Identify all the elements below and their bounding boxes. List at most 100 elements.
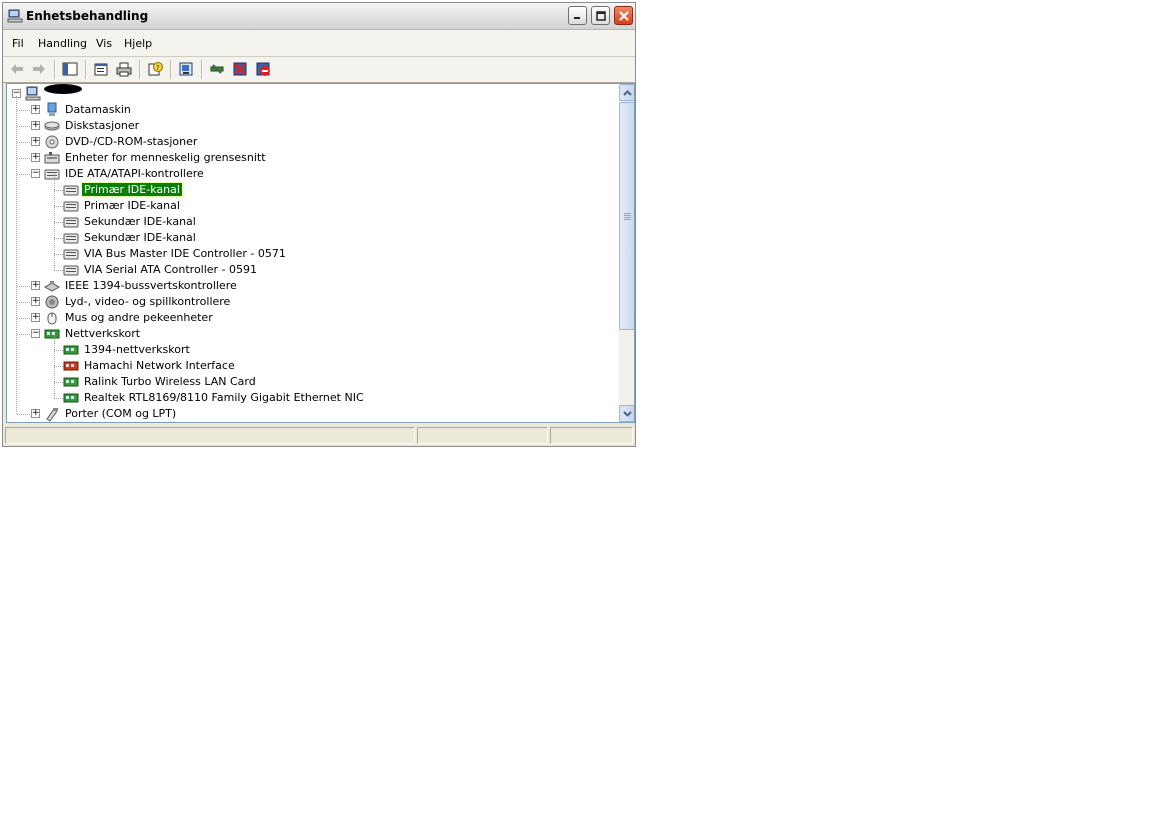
maximize-button[interactable] bbox=[591, 6, 610, 25]
menu-handling[interactable]: Handling bbox=[38, 37, 87, 50]
ide-channel-icon bbox=[63, 201, 79, 212]
expand-toggle[interactable]: + bbox=[31, 297, 40, 306]
ide-channel-icon bbox=[63, 249, 79, 260]
tree-guide-line bbox=[54, 222, 63, 223]
device-manager-window: Enhetsbehandling Fil Handling Vis Hjelp bbox=[2, 2, 636, 447]
ide-channel-icon bbox=[63, 265, 79, 276]
close-button[interactable] bbox=[614, 6, 633, 25]
title-bar[interactable]: Enhetsbehandling bbox=[3, 3, 635, 30]
status-cell-main bbox=[5, 427, 415, 444]
tree-category[interactable]: + IEEE 1394-bussvertskontrollere bbox=[7, 278, 607, 294]
tree-category[interactable]: − IDE ATA/ATAPI-kontrollere bbox=[7, 166, 607, 182]
tree-guide-line bbox=[54, 206, 55, 222]
scroll-thumb[interactable] bbox=[619, 102, 634, 330]
tree-device[interactable]: VIA Serial ATA Controller - 0591 bbox=[7, 254, 607, 278]
tree-item-label: Hamachi Network Interface bbox=[84, 359, 235, 372]
toolbar-separator bbox=[54, 60, 56, 79]
tree-guide-line bbox=[54, 382, 55, 398]
tree-guide-line bbox=[54, 174, 55, 190]
computer-root-icon bbox=[25, 86, 41, 101]
tree-device[interactable]: Ralink Turbo Wireless LAN Card bbox=[7, 366, 607, 390]
tree-item-label: Diskstasjoner bbox=[65, 119, 140, 132]
expand-toggle[interactable]: + bbox=[31, 313, 40, 322]
scroll-down-button[interactable] bbox=[619, 405, 634, 422]
svg-text:?: ? bbox=[156, 64, 160, 72]
properties-button[interactable] bbox=[92, 60, 110, 78]
tree-category[interactable]: + Diskstasjoner bbox=[7, 118, 607, 134]
menu-vis[interactable]: Vis bbox=[96, 37, 112, 50]
tree-category[interactable]: + Lyd-, video- og spillkontrollere bbox=[7, 294, 607, 310]
print-button[interactable] bbox=[115, 60, 133, 78]
tree-category[interactable]: + DVD-/CD-ROM-stasjoner bbox=[7, 134, 607, 150]
tree-device[interactable]: VIA Bus Master IDE Controller - 0571 bbox=[7, 238, 607, 262]
show-hide-tree-icon bbox=[62, 62, 78, 76]
tree-category[interactable]: + Enheter for menneskelig grensesnitt bbox=[7, 150, 607, 166]
window-title: Enhetsbehandling bbox=[26, 9, 149, 23]
menu-hjelp[interactable]: Hjelp bbox=[124, 37, 152, 50]
tree-device[interactable]: Sekundær IDE-kanal bbox=[7, 222, 607, 246]
tree-guide-line bbox=[54, 190, 55, 206]
back-button[interactable] bbox=[8, 60, 26, 78]
ide-channel-icon bbox=[63, 217, 79, 228]
tree-device[interactable]: Primær IDE-kanal bbox=[7, 190, 607, 214]
collapse-toggle[interactable]: − bbox=[31, 169, 40, 178]
expand-toggle[interactable]: + bbox=[31, 409, 40, 418]
ieee1394-icon bbox=[44, 281, 60, 292]
status-cell-2 bbox=[417, 427, 548, 444]
expand-toggle[interactable]: + bbox=[31, 105, 40, 114]
mouse-icon bbox=[47, 312, 57, 325]
tree-device[interactable]: Realtek RTL8169/8110 Family Gigabit Ethe… bbox=[7, 382, 607, 406]
menu-fil[interactable]: Fil bbox=[12, 37, 24, 50]
toolbar: ? bbox=[3, 57, 635, 83]
tree-guide-line bbox=[54, 238, 55, 254]
disable-device-button[interactable] bbox=[231, 60, 249, 78]
expand-toggle[interactable]: + bbox=[31, 137, 40, 146]
tree-guide-line bbox=[54, 366, 63, 367]
device-manager-icon bbox=[7, 9, 23, 23]
scan-hardware-button[interactable] bbox=[177, 60, 195, 78]
tree-category[interactable]: − Nettverkskort bbox=[7, 326, 607, 342]
tree-root[interactable]: − bbox=[7, 86, 607, 102]
network-card-icon bbox=[63, 377, 79, 387]
show-hide-tree-button[interactable] bbox=[61, 60, 79, 78]
tree-device[interactable]: Hamachi Network Interface bbox=[7, 350, 607, 374]
tree-device[interactable]: 1394-nettverkskort bbox=[7, 334, 607, 358]
tree-device[interactable]: Sekundær IDE-kanal bbox=[7, 206, 607, 230]
network-adapter-icon bbox=[44, 329, 60, 339]
uninstall-device-button[interactable] bbox=[254, 60, 272, 78]
scan-hardware-icon bbox=[179, 62, 193, 76]
tree-item-label: Primær IDE-kanal bbox=[84, 199, 180, 212]
tree-category[interactable]: + Porter (COM og LPT) bbox=[7, 406, 607, 422]
uninstall-device-icon bbox=[256, 62, 270, 76]
help-button[interactable]: ? bbox=[146, 60, 164, 78]
tree-device[interactable]: Primær IDE-kanal bbox=[7, 174, 607, 198]
vertical-scrollbar[interactable] bbox=[619, 84, 634, 422]
tree-guide-line bbox=[54, 366, 55, 382]
toolbar-separator bbox=[85, 60, 87, 79]
ide-channel-icon bbox=[63, 233, 79, 244]
expand-toggle[interactable]: + bbox=[31, 281, 40, 290]
ide-channel-icon bbox=[63, 185, 79, 196]
chevron-down-icon bbox=[622, 410, 632, 417]
tree-guide-line bbox=[54, 398, 63, 399]
tree-guide-line bbox=[54, 254, 55, 270]
update-driver-button[interactable] bbox=[208, 60, 226, 78]
tree-category[interactable]: + Datamaskin bbox=[7, 102, 607, 118]
expand-toggle[interactable]: + bbox=[31, 153, 40, 162]
close-icon bbox=[618, 10, 629, 21]
expand-toggle[interactable]: + bbox=[31, 121, 40, 130]
tree-category[interactable]: + Mus og andre pekeenheter bbox=[7, 310, 607, 326]
tree-guide-line bbox=[54, 334, 55, 350]
properties-icon bbox=[94, 63, 108, 76]
network-card-icon bbox=[63, 345, 79, 355]
forward-button[interactable] bbox=[30, 60, 48, 78]
scroll-up-button[interactable] bbox=[619, 84, 634, 101]
minimize-button[interactable] bbox=[568, 6, 587, 25]
update-driver-icon bbox=[210, 64, 224, 74]
help-icon: ? bbox=[148, 62, 163, 76]
collapse-toggle[interactable]: − bbox=[31, 329, 40, 338]
tree-guide-line bbox=[54, 270, 63, 271]
tree-guide-line bbox=[54, 350, 55, 366]
tree-item-label: Lyd-, video- og spillkontrollere bbox=[65, 295, 231, 308]
minimize-icon bbox=[574, 17, 580, 19]
